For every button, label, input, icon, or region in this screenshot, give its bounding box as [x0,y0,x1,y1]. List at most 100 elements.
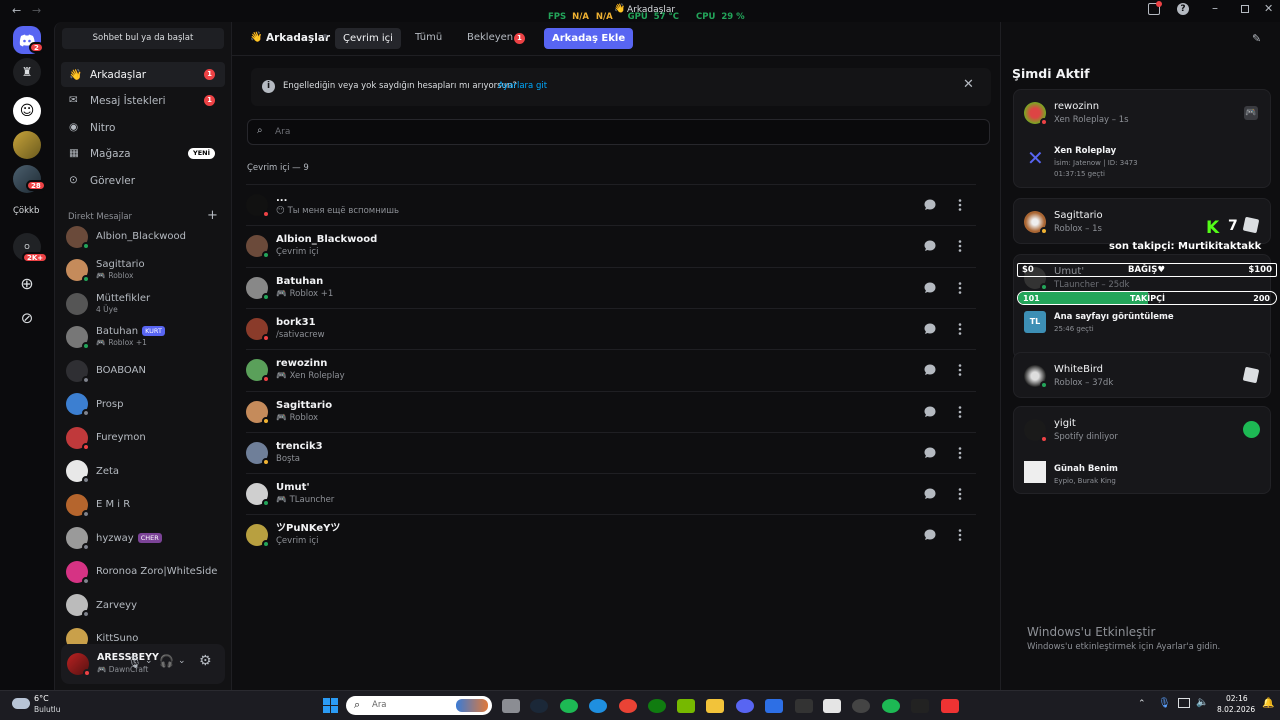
app-icon-1[interactable] [765,699,783,713]
app-icon-3[interactable] [823,699,841,713]
friend-row[interactable]: Batuhan 🎮 Roblox +1 [246,266,976,308]
tray-chevron-icon[interactable]: ⌃ [1138,699,1146,709]
file-explorer-icon[interactable] [706,699,724,713]
friend-row[interactable]: Sagittario 🎮 Roblox [246,390,976,432]
spotify-taskbar-icon[interactable] [560,699,578,713]
server-3[interactable] [13,131,41,159]
more-options-icon[interactable] [952,280,968,296]
discover-button[interactable]: ⊘ [13,304,41,332]
more-options-icon[interactable] [952,404,968,420]
message-icon[interactable] [922,197,938,213]
weather-temp[interactable]: 6°C [34,694,49,703]
add-server-button[interactable]: ⊕ [13,270,41,298]
add-friend-button[interactable]: Arkadaş Ekle [544,28,634,49]
friend-row[interactable]: Umut' 🎮 TLauncher [246,473,976,514]
friend-row[interactable]: ツPuNKeYツ Çevrim içi [246,514,976,555]
message-icon[interactable] [922,445,938,461]
headphones-icon[interactable]: 🎧 [159,654,174,668]
back-arrow-icon[interactable]: ← [12,4,21,17]
dm-item[interactable]: BOABOAN [61,354,225,387]
dm-item[interactable]: hyzway CHER [61,522,225,555]
headphones-chevron-icon[interactable]: ⌄ [178,656,186,666]
taskbar-search-input[interactable]: ⌕ Ara [346,696,492,715]
xbox-icon[interactable] [648,699,666,713]
nvidia-icon[interactable] [677,699,695,713]
nav-message-requests[interactable]: ✉ Mesaj İstekleri 1 [61,88,225,113]
message-icon[interactable] [922,486,938,502]
tab-all[interactable]: Tümü [415,32,442,43]
dm-item[interactable]: Batuhan KURT 🎮 Roblox +1 [61,321,225,354]
epic-games-icon[interactable] [911,699,929,713]
task-view-icon[interactable] [502,699,520,713]
settings-link[interactable]: Ayarlara git [498,81,547,91]
clock-date[interactable]: 8.02.2026 [1217,705,1255,714]
more-options-icon[interactable] [952,321,968,337]
message-icon[interactable] [922,321,938,337]
server-2[interactable]: ☺ [13,97,41,125]
more-options-icon[interactable] [952,527,968,543]
message-icon[interactable] [922,404,938,420]
dm-item[interactable]: Roronoa Zoro|WhiteSide [61,555,225,588]
discord-taskbar-icon[interactable] [736,699,754,713]
friend-row[interactable]: rewozinn 🎮 Xen Roleplay [246,349,976,390]
user-avatar[interactable] [67,653,91,677]
message-icon[interactable] [922,362,938,378]
tray-mic-icon[interactable]: 🎙 [1158,698,1171,709]
minimize-icon[interactable]: – [1212,1,1218,15]
server-1[interactable]: ♜ [13,58,41,86]
dm-search-button[interactable]: Sohbet bul ya da başlat [62,28,224,49]
dm-item[interactable]: Fureymon [61,421,225,454]
more-options-icon[interactable] [952,238,968,254]
edge-icon[interactable] [589,699,607,713]
app-icon-5[interactable] [882,699,900,713]
dm-item[interactable]: Albion_Blackwood [61,220,225,253]
nav-friends[interactable]: 👋 Arkadaşlar 1 [61,62,225,87]
mic-chevron-icon[interactable]: ⌄ [145,656,153,666]
tray-display-icon[interactable] [1178,698,1190,708]
friend-search-input[interactable]: ⌕ Ara [247,119,990,145]
nav-nitro[interactable]: ◉ Nitro [61,115,225,140]
tab-online[interactable]: Çevrim içi [335,28,401,49]
friend-row[interactable]: bork31/sativacrew [246,307,976,349]
dm-item[interactable]: Müttefikler 4 Üye [61,287,225,320]
dm-item[interactable]: E M i R [61,488,225,521]
nav-quests[interactable]: ⊙ Görevler [61,168,225,193]
maximize-icon[interactable] [1241,5,1249,13]
dm-item[interactable]: Zarveyy [61,589,225,622]
message-icon[interactable] [922,238,938,254]
close-banner-icon[interactable]: ✕ [963,77,974,92]
windows-start-icon[interactable] [323,698,338,713]
chrome-icon[interactable] [619,699,637,713]
more-options-icon[interactable] [952,445,968,461]
notification-bell-icon[interactable]: 🔔 [1262,698,1274,709]
active-card-yigit[interactable]: yigit Spotify dinliyor Günah Benim Eypio… [1013,406,1271,494]
active-card-whitebird[interactable]: WhiteBird Roblox – 37dk [1013,352,1271,398]
new-group-dm-icon[interactable]: ✎ [1252,32,1261,45]
dm-item[interactable]: Prosp [61,388,225,421]
inbox-icon[interactable] [1148,1,1162,15]
forward-arrow-icon[interactable]: → [32,4,41,17]
tray-volume-icon[interactable]: 🔈 [1196,697,1208,708]
dm-item[interactable]: Sagittario 🎮 Roblox [61,254,225,287]
friend-row[interactable]: ... 😶 Ты меня ещё вспомнишь [246,184,976,225]
server-folder-label[interactable]: Çökkb [13,206,39,216]
app-icon-6[interactable] [941,699,959,713]
active-card-rewozinn[interactable]: rewozinn Xen Roleplay – 1s 🎮 ✕ Xen Rolep… [1013,89,1271,188]
steam-icon[interactable] [530,699,548,713]
weather-desc[interactable]: Bulutlu [34,705,61,714]
message-icon[interactable] [922,527,938,543]
friend-row[interactable]: Albion_Blackwood Çevrim içi [246,225,976,266]
app-icon-4[interactable] [852,699,870,713]
more-options-icon[interactable] [952,362,968,378]
clock-time[interactable]: 02:16 [1226,694,1248,703]
nav-shop[interactable]: ▦ Mağaza YENİ [61,141,225,166]
friend-row[interactable]: trencik3 Boşta [246,431,976,473]
dm-item[interactable]: Zeta [61,455,225,488]
more-options-icon[interactable] [952,197,968,213]
tab-pending[interactable]: Bekleyen [467,32,513,43]
settings-gear-icon[interactable]: ⚙ [199,653,212,669]
help-icon[interactable]: ? [1177,3,1189,15]
microphone-icon[interactable]: 🎙 [127,655,142,669]
more-options-icon[interactable] [952,486,968,502]
message-icon[interactable] [922,280,938,296]
